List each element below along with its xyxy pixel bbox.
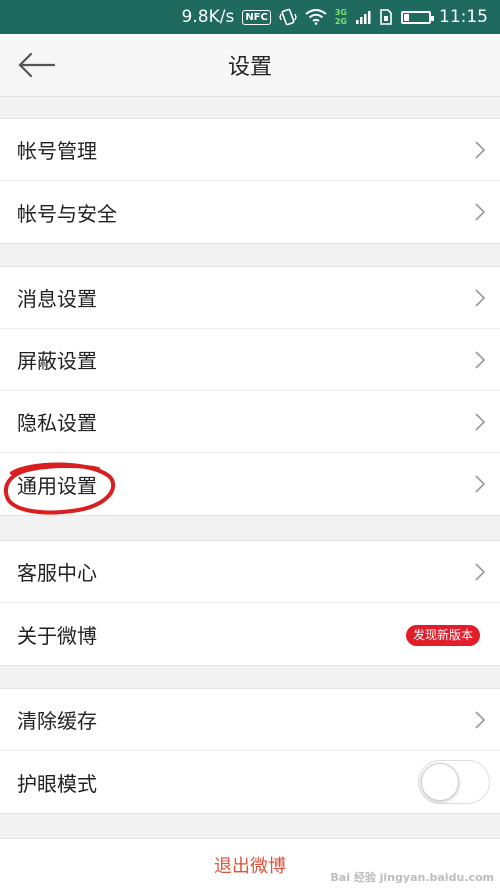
item-label: 清除缓存 xyxy=(17,709,97,733)
privacy-settings-item[interactable]: 隐私设置 xyxy=(0,391,500,453)
customer-service-item[interactable]: 客服中心 xyxy=(0,541,500,603)
settings-group-preferences: 消息设置 屏蔽设置 隐私设置 通用设置 xyxy=(0,266,500,516)
item-label: 帐号管理 xyxy=(17,139,97,163)
sim-icon xyxy=(379,9,393,25)
mobile-network-icon: 3G 2G xyxy=(335,8,347,26)
item-label: 护眼模式 xyxy=(17,771,97,796)
item-label: 帐号与安全 xyxy=(17,201,117,226)
back-arrow-icon xyxy=(18,52,56,78)
account-security-item[interactable]: 帐号与安全 xyxy=(0,181,500,243)
chevron-right-icon xyxy=(475,203,486,221)
battery-icon xyxy=(401,10,434,24)
item-label: 通用设置 xyxy=(17,473,97,498)
item-label: 客服中心 xyxy=(17,561,97,585)
item-label: 隐私设置 xyxy=(17,411,97,435)
network-type-bottom: 2G xyxy=(334,17,347,26)
item-label: 关于微博 xyxy=(17,623,97,648)
chevron-right-icon xyxy=(475,563,486,581)
eye-care-mode-item: 护眼模式 xyxy=(0,751,500,813)
account-management-item[interactable]: 帐号管理 xyxy=(0,119,500,181)
message-settings-item[interactable]: 消息设置 xyxy=(0,267,500,329)
clock: 11:15 xyxy=(439,7,488,27)
chevron-right-icon xyxy=(475,289,486,307)
toggle-knob xyxy=(421,763,459,801)
block-settings-item[interactable]: 屏蔽设置 xyxy=(0,329,500,391)
network-type-top: 3G xyxy=(334,8,347,17)
back-button[interactable] xyxy=(16,50,58,80)
item-label: 消息设置 xyxy=(17,287,97,311)
settings-group-misc: 清除缓存 护眼模式 xyxy=(0,688,500,814)
signal-icon xyxy=(355,9,371,25)
general-settings-item[interactable]: 通用设置 xyxy=(0,453,500,515)
new-version-badge: 发现新版本 xyxy=(405,625,480,646)
wifi-icon xyxy=(305,9,327,25)
chevron-right-icon xyxy=(475,711,486,729)
network-speed: 9.8K/s xyxy=(181,7,235,27)
settings-group-account: 帐号管理 帐号与安全 xyxy=(0,118,500,244)
about-weibo-item[interactable]: 关于微博 发现新版本 xyxy=(0,603,500,665)
nfc-icon: NFC xyxy=(242,9,271,25)
title-bar: 设置 xyxy=(0,34,500,97)
status-bar: 9.8K/s NFC 3G 2G 11:15 xyxy=(0,0,500,34)
logout-label: 退出微博 xyxy=(214,855,286,877)
baidu-watermark: Bai 经验 jingyan.baidu.com xyxy=(330,871,494,884)
settings-group-support: 客服中心 关于微博 发现新版本 xyxy=(0,540,500,666)
page-title: 设置 xyxy=(227,55,272,80)
chevron-right-icon xyxy=(475,413,486,431)
clear-cache-item[interactable]: 清除缓存 xyxy=(0,689,500,751)
chevron-right-icon xyxy=(475,141,486,159)
vibrate-icon xyxy=(279,8,297,26)
eye-care-toggle[interactable] xyxy=(418,760,490,804)
chevron-right-icon xyxy=(475,475,486,493)
item-label: 屏蔽设置 xyxy=(17,349,97,373)
chevron-right-icon xyxy=(475,351,486,369)
